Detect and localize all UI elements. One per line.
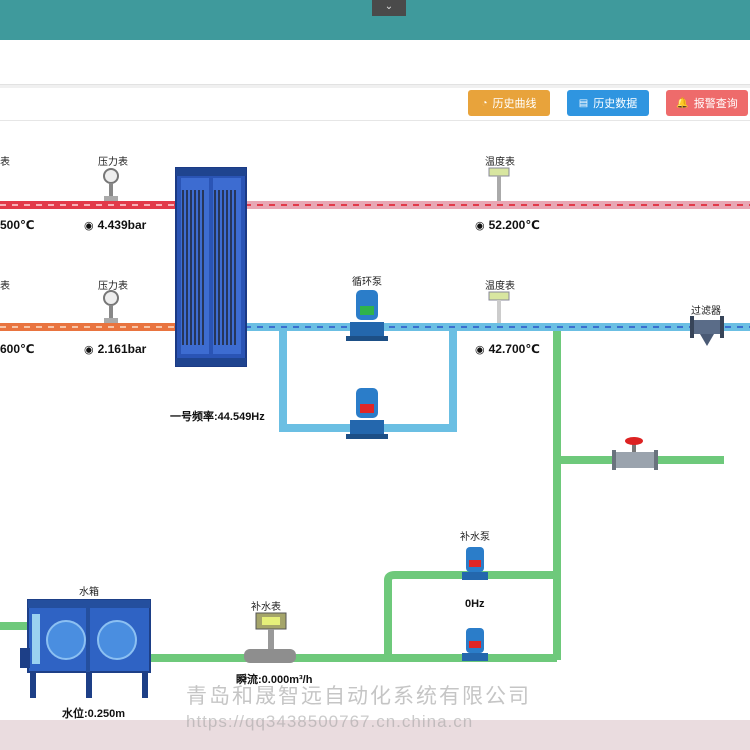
tank-label: 水箱 <box>79 587 99 598</box>
left-temp-2-value: 600℃ <box>0 342 35 356</box>
makeup-pump-label: 补水泵 <box>460 532 490 543</box>
pressure-2-label: 压力表 <box>98 281 128 292</box>
tank-level: 水位:0.250m <box>62 708 125 720</box>
filter <box>690 316 724 346</box>
gauge-icon: ◉ <box>84 220 94 232</box>
history-data-button[interactable]: ▤ 历史数据 <box>567 90 649 116</box>
temp-1-value: ◉ 52.200℃ <box>475 218 540 232</box>
plate-heat-exchanger <box>175 167 247 367</box>
secondary-pipe <box>245 323 750 432</box>
alarm-query-button[interactable]: 🔔 报警查询 <box>666 90 748 116</box>
circulation-pump-label: 循环泵 <box>352 277 382 288</box>
pressure-2-value: ◉ 2.161bar <box>84 342 146 356</box>
water-tank <box>20 599 151 698</box>
gate-valve <box>612 437 658 470</box>
left-temp-2-reading: 600℃ <box>0 342 35 356</box>
history-curve-label: 历史曲线 <box>492 98 537 110</box>
hot-return-pipe <box>0 323 178 331</box>
chart-icon: ◔ <box>481 97 488 109</box>
pressure-2-reading: 2.161bar <box>97 342 147 356</box>
temp-1-reading: 52.200℃ <box>488 218 540 232</box>
left-temp-1-reading: 500℃ <box>0 218 35 232</box>
divider <box>0 85 750 88</box>
watermark-url: https://qq3438500767.cn.china.cn <box>186 712 474 731</box>
makeup-pump-2 <box>462 628 488 661</box>
makeup-water-meter <box>244 612 296 663</box>
chevron-down-icon: ⌄ <box>384 1 394 12</box>
collapse-header-button[interactable]: ⌄ <box>372 0 406 16</box>
circulation-pump-1 <box>346 290 388 341</box>
left-temp-1-value: 500℃ <box>0 218 35 232</box>
makeup-pump-frequency: 0Hz <box>465 598 485 610</box>
pressure-gauge-2 <box>103 290 119 323</box>
temperature-sensor-1 <box>488 167 510 201</box>
pump-frequency: 一号频率:44.549Hz <box>170 411 265 423</box>
hot-supply-pipe <box>0 201 750 209</box>
pressure-1-reading: 4.439bar <box>97 218 147 232</box>
temp-2-value: ◉ 42.700℃ <box>475 342 540 356</box>
gauge-icon: ◉ <box>84 344 94 356</box>
temp-1-label: 温度表 <box>485 157 515 168</box>
bell-icon: 🔔 <box>676 97 689 109</box>
watermark-company: 青岛和晟智远自动化系统有限公司 <box>186 685 531 708</box>
temp-2-reading: 42.700℃ <box>488 342 540 356</box>
nav-band <box>0 40 750 85</box>
circulation-pump-2 <box>346 388 388 439</box>
left-temp-2-label: 表 <box>0 281 10 292</box>
gauge-icon: ◉ <box>475 220 485 232</box>
pressure-1-label: 压力表 <box>98 157 128 168</box>
left-temp-1-label: 表 <box>0 157 10 168</box>
pressure-1-value: ◉ 4.439bar <box>84 218 146 232</box>
alarm-query-label: 报警查询 <box>693 98 738 110</box>
toolbar-divider <box>0 120 750 121</box>
makeup-pump-1 <box>462 547 488 580</box>
history-curve-button[interactable]: ◔ 历史曲线 <box>468 90 550 116</box>
document-icon: ▤ <box>578 97 589 109</box>
makeup-meter-label: 补水表 <box>251 602 281 613</box>
filter-label: 过滤器 <box>691 306 721 317</box>
temp-2-label: 温度表 <box>485 281 515 292</box>
temperature-sensor-2 <box>488 291 510 323</box>
pressure-gauge-1 <box>103 168 119 201</box>
makeup-pipes <box>0 331 724 662</box>
history-data-label: 历史数据 <box>593 98 638 110</box>
gauge-icon: ◉ <box>475 344 485 356</box>
